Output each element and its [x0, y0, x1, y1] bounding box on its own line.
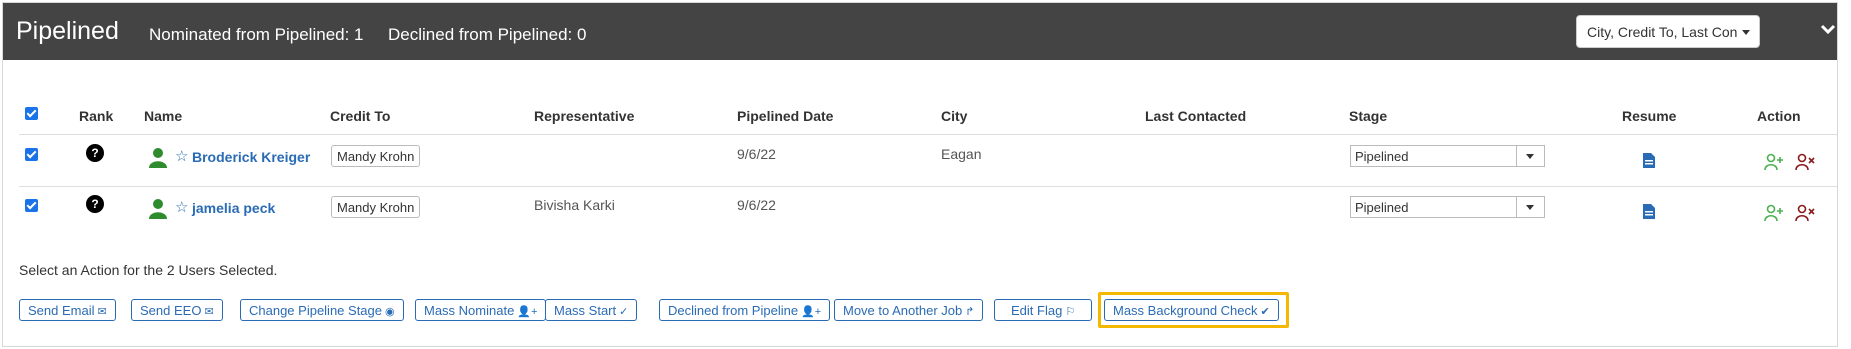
star-icon[interactable]: ☆: [175, 198, 188, 216]
button-label: Mass Start: [554, 303, 617, 318]
stage-select-value: Pipelined: [1355, 200, 1409, 215]
resume-document-icon[interactable]: [1642, 203, 1656, 220]
panel-header: Pipelined Nominated from Pipelined: 1 De…: [3, 3, 1837, 60]
stage-select-value: Pipelined: [1355, 149, 1409, 164]
rank-unknown-icon: ?: [86, 195, 104, 213]
redo-arrow-icon: ↱: [965, 306, 975, 318]
button-label: Mass Background Check: [1113, 303, 1258, 318]
col-resume: Resume: [1622, 108, 1677, 124]
stage-select[interactable]: Pipelined: [1350, 145, 1545, 167]
caret-down-icon: [1742, 30, 1750, 35]
send-email-button[interactable]: Send Email ✉: [19, 299, 116, 321]
row-checkbox[interactable]: [25, 199, 38, 212]
pipelined-panel: Pipelined Nominated from Pipelined: 1 De…: [2, 2, 1838, 347]
declined-count: Declined from Pipelined: 0: [388, 25, 587, 44]
col-representative[interactable]: Representative: [534, 108, 634, 124]
candidate-name-link[interactable]: jamelia peck: [192, 200, 275, 216]
chevron-down-icon[interactable]: [1820, 21, 1836, 37]
nominate-user-icon[interactable]: [1764, 204, 1784, 222]
caret-down-icon: [1516, 197, 1544, 217]
col-city[interactable]: City: [941, 108, 967, 124]
button-label: Edit Flag: [1011, 303, 1063, 318]
divider: [19, 186, 1837, 187]
col-stage[interactable]: Stage: [1349, 108, 1387, 124]
col-rank: Rank: [79, 108, 114, 124]
decline-user-icon[interactable]: [1795, 153, 1815, 171]
nominated-count: Nominated from Pipelined: 1: [149, 25, 364, 44]
col-pipelined-date[interactable]: Pipelined Date: [737, 108, 833, 124]
nominate-user-icon[interactable]: [1764, 153, 1784, 171]
button-label: Move to Another Job: [843, 303, 963, 318]
check-circle-icon: ✔: [1260, 306, 1270, 318]
button-label: Send EEO: [140, 303, 202, 318]
col-credit-to[interactable]: Credit To: [330, 108, 390, 124]
candidate-name-link[interactable]: Broderick Kreiger: [192, 149, 310, 165]
col-name[interactable]: Name: [144, 108, 182, 124]
credit-to-badge: Mandy Krohn: [331, 196, 421, 218]
representative: Bivisha Karki: [534, 197, 615, 213]
city: Eagan: [941, 146, 982, 162]
button-label: Send Email: [28, 303, 95, 318]
decline-user-icon[interactable]: [1795, 204, 1815, 222]
divider: [19, 134, 1837, 135]
select-all-checkbox[interactable]: [25, 107, 38, 120]
column-select-value: City, Credit To, Last Contacted: [1587, 24, 1737, 40]
mass-start-button[interactable]: Mass Start ✓: [545, 299, 638, 321]
flag-icon: ⚐: [1065, 306, 1076, 318]
resume-document-icon[interactable]: [1642, 152, 1656, 169]
user-plus-icon: 👤+: [801, 306, 822, 318]
credit-to-badge: Mandy Krohn: [331, 145, 421, 167]
selection-message: Select an Action for the 2 Users Selecte…: [19, 262, 278, 278]
avatar-icon: [149, 148, 167, 168]
envelope-icon: ✉: [97, 306, 107, 318]
envelope-icon: ✉: [204, 306, 214, 318]
row-checkbox[interactable]: [25, 148, 38, 161]
col-action: Action: [1757, 108, 1801, 124]
mass-background-check-button[interactable]: Mass Background Check ✔: [1104, 299, 1279, 321]
stage-select[interactable]: Pipelined: [1350, 196, 1545, 218]
button-label: Mass Nominate: [424, 303, 515, 318]
move-to-another-job-button[interactable]: Move to Another Job ↱: [834, 299, 984, 321]
globe-icon: ◉: [385, 306, 395, 318]
button-label: Declined from Pipeline: [668, 303, 799, 318]
pipelined-date: 9/6/22: [737, 146, 776, 162]
check-icon: ✓: [619, 306, 629, 318]
panel-title: Pipelined: [16, 17, 119, 45]
button-label: Change Pipeline Stage: [249, 303, 382, 318]
edit-flag-button[interactable]: Edit Flag ⚐: [994, 299, 1093, 321]
pipelined-date: 9/6/22: [737, 197, 776, 213]
rank-unknown-icon: ?: [86, 144, 104, 162]
mass-nominate-button[interactable]: Mass Nominate 👤+: [415, 299, 547, 321]
star-icon[interactable]: ☆: [175, 147, 188, 165]
col-last-contacted[interactable]: Last Contacted: [1145, 108, 1246, 124]
caret-down-icon: [1516, 146, 1544, 166]
send-eeo-button[interactable]: Send EEO ✉: [131, 299, 223, 321]
change-pipeline-stage-button[interactable]: Change Pipeline Stage ◉: [240, 299, 404, 321]
user-plus-icon: 👤+: [517, 306, 538, 318]
avatar-icon: [149, 199, 167, 219]
column-select-dropdown[interactable]: City, Credit To, Last Contacted: [1576, 15, 1760, 48]
declined-from-pipeline-button[interactable]: Declined from Pipeline 👤+: [659, 299, 831, 321]
